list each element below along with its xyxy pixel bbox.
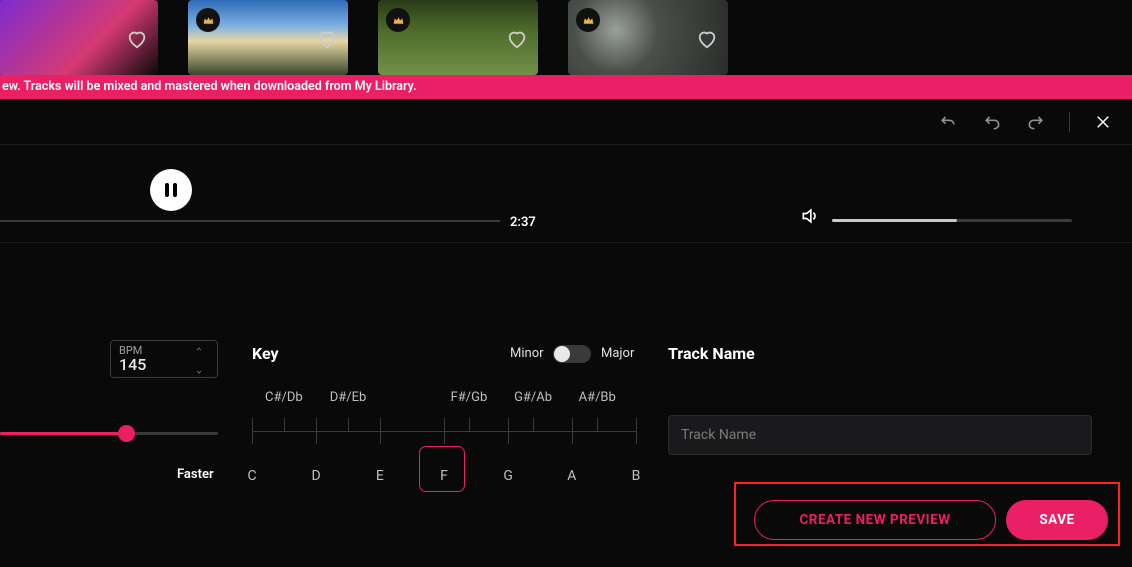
chevron-up-icon[interactable] bbox=[193, 338, 213, 357]
key-natural[interactable]: C bbox=[247, 468, 256, 484]
sharp-row: C#/Db D#/Eb F#/Gb G#/Ab A#/Bb bbox=[252, 390, 636, 410]
key-sharp[interactable]: G#/Ab bbox=[514, 390, 552, 405]
minor-label: Minor bbox=[510, 346, 544, 361]
divider bbox=[1069, 112, 1070, 132]
bpm-slider-fill bbox=[0, 432, 126, 435]
template-cards-row bbox=[0, 0, 1132, 75]
panel-header bbox=[0, 99, 1132, 144]
bpm-value: 145 bbox=[119, 355, 146, 374]
key-natural[interactable]: E bbox=[376, 468, 384, 484]
template-card[interactable] bbox=[378, 0, 538, 75]
controls-panel: BPM 145 Faster Key Minor Major C#/Db D#/… bbox=[0, 260, 1132, 567]
heart-icon[interactable] bbox=[506, 28, 528, 54]
player-bar: 2:37 bbox=[0, 144, 1132, 243]
template-card[interactable] bbox=[188, 0, 348, 75]
bpm-faster-label: Faster bbox=[177, 467, 214, 482]
bpm-slider[interactable] bbox=[0, 432, 218, 435]
key-sharp[interactable]: A#/Bb bbox=[579, 390, 616, 405]
key-heading: Key bbox=[252, 344, 279, 363]
crown-icon bbox=[386, 8, 410, 32]
save-button[interactable]: SAVE bbox=[1006, 500, 1108, 540]
key-selection-highlight bbox=[419, 446, 465, 492]
major-label: Major bbox=[601, 346, 634, 361]
toggle-knob bbox=[554, 346, 570, 362]
bpm-slider-thumb[interactable] bbox=[118, 425, 135, 442]
redo-icon[interactable] bbox=[1025, 111, 1047, 133]
heart-icon[interactable] bbox=[696, 28, 718, 54]
key-sharp[interactable]: F#/Gb bbox=[451, 390, 488, 405]
key-natural[interactable]: G bbox=[503, 468, 513, 484]
volume-slider[interactable] bbox=[832, 219, 1072, 222]
pause-button[interactable] bbox=[150, 169, 192, 211]
bpm-stepper[interactable]: BPM 145 bbox=[110, 340, 218, 378]
chevron-down-icon[interactable] bbox=[193, 361, 213, 380]
key-natural[interactable]: B bbox=[632, 468, 641, 484]
heart-icon[interactable] bbox=[316, 28, 338, 54]
track-name-heading: Track Name bbox=[668, 344, 755, 363]
pause-icon bbox=[165, 183, 177, 197]
template-card[interactable] bbox=[568, 0, 728, 75]
notification-text: ew. Tracks will be mixed and mastered wh… bbox=[2, 79, 417, 94]
key-mode-toggle[interactable] bbox=[553, 345, 591, 363]
volume-fill bbox=[832, 219, 957, 222]
key-sharp[interactable]: C#/Db bbox=[265, 390, 303, 405]
bpm-label: BPM bbox=[119, 344, 142, 357]
heart-icon[interactable] bbox=[126, 28, 148, 54]
crown-icon bbox=[576, 8, 600, 32]
history-back-icon[interactable] bbox=[937, 111, 959, 133]
close-icon[interactable] bbox=[1092, 111, 1114, 133]
time-display: 2:37 bbox=[510, 215, 536, 230]
key-sharp[interactable]: D#/Eb bbox=[330, 390, 367, 405]
key-natural[interactable]: D bbox=[312, 468, 321, 484]
crown-icon bbox=[196, 8, 220, 32]
create-preview-button[interactable]: CREATE NEW PREVIEW bbox=[754, 500, 996, 540]
volume-icon[interactable] bbox=[800, 206, 820, 230]
template-card[interactable] bbox=[0, 0, 158, 75]
notification-bar: ew. Tracks will be mixed and mastered wh… bbox=[0, 75, 1132, 99]
key-natural[interactable]: A bbox=[567, 468, 576, 484]
progress-bar[interactable] bbox=[0, 220, 500, 222]
track-name-input[interactable] bbox=[668, 415, 1092, 455]
undo-icon[interactable] bbox=[981, 111, 1003, 133]
